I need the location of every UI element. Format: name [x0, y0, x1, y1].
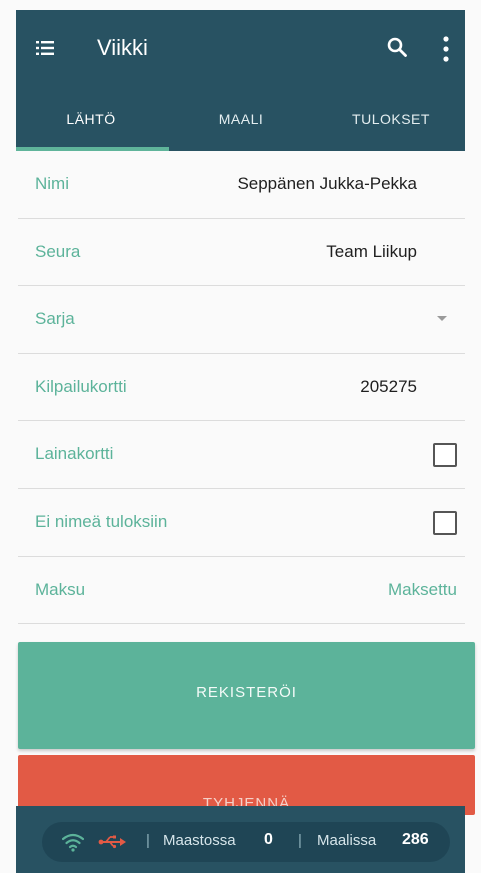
status-bar: | Maastossa 0 | Maalissa 286: [16, 806, 465, 873]
card-row[interactable]: Kilpailukortti 205275: [18, 354, 465, 422]
usb-icon: [98, 835, 126, 849]
registration-form: Nimi Seppänen Jukka-Pekka Seura Team Lii…: [18, 151, 465, 625]
series-row[interactable]: Sarja: [18, 286, 465, 354]
app-bar: Viikki LÄHTÖ MAALI TULOKSET: [16, 10, 465, 151]
club-row[interactable]: Seura Team Liikup: [18, 219, 465, 287]
no-name-row[interactable]: Ei nimeä tuloksiin: [18, 489, 465, 557]
page-title: Viikki: [97, 35, 148, 60]
payment-label: Maksu: [35, 579, 86, 599]
more-vert-icon[interactable]: [442, 36, 450, 62]
terrain-label: Maastossa: [163, 832, 236, 849]
status-separator: |: [146, 832, 150, 849]
payment-status[interactable]: Maksettu: [388, 557, 457, 623]
loan-card-checkbox[interactable]: [433, 443, 457, 468]
finish-label: Maalissa: [317, 832, 377, 849]
terrain-count: 0: [264, 831, 273, 848]
name-field[interactable]: Seppänen Jukka-Pekka: [237, 151, 417, 217]
no-name-label: Ei nimeä tuloksiin: [35, 511, 168, 531]
tab-maali[interactable]: MAALI: [166, 102, 316, 151]
menu-icon[interactable]: [36, 41, 54, 55]
card-label: Kilpailukortti: [35, 376, 127, 396]
name-label: Nimi: [35, 174, 69, 193]
dropdown-arrow-icon[interactable]: [437, 316, 447, 322]
loan-card-row[interactable]: Lainakortti: [18, 421, 465, 489]
tab-lahto[interactable]: LÄHTÖ: [16, 102, 166, 151]
finish-count: 286: [402, 831, 429, 848]
no-name-checkbox[interactable]: [433, 510, 457, 535]
status-separator: |: [298, 832, 302, 849]
club-field[interactable]: Team Liikup: [326, 219, 417, 285]
search-icon[interactable]: [387, 37, 407, 57]
name-row[interactable]: Nimi Seppänen Jukka-Pekka: [18, 151, 465, 219]
wifi-icon: [62, 833, 84, 852]
club-label: Seura: [35, 241, 81, 261]
register-button[interactable]: REKISTERÖI: [18, 642, 475, 749]
toolbar: Viikki: [16, 10, 465, 88]
payment-row[interactable]: Maksu Maksettu: [18, 557, 465, 625]
card-number-field[interactable]: 205275: [360, 354, 417, 420]
status-pill: | Maastossa 0 | Maalissa 286: [42, 822, 450, 862]
loan-card-label: Lainakortti: [35, 444, 114, 464]
series-label: Sarja: [35, 309, 75, 329]
tab-tulokset[interactable]: TULOKSET: [316, 102, 466, 151]
tab-bar: LÄHTÖ MAALI TULOKSET: [16, 102, 465, 151]
